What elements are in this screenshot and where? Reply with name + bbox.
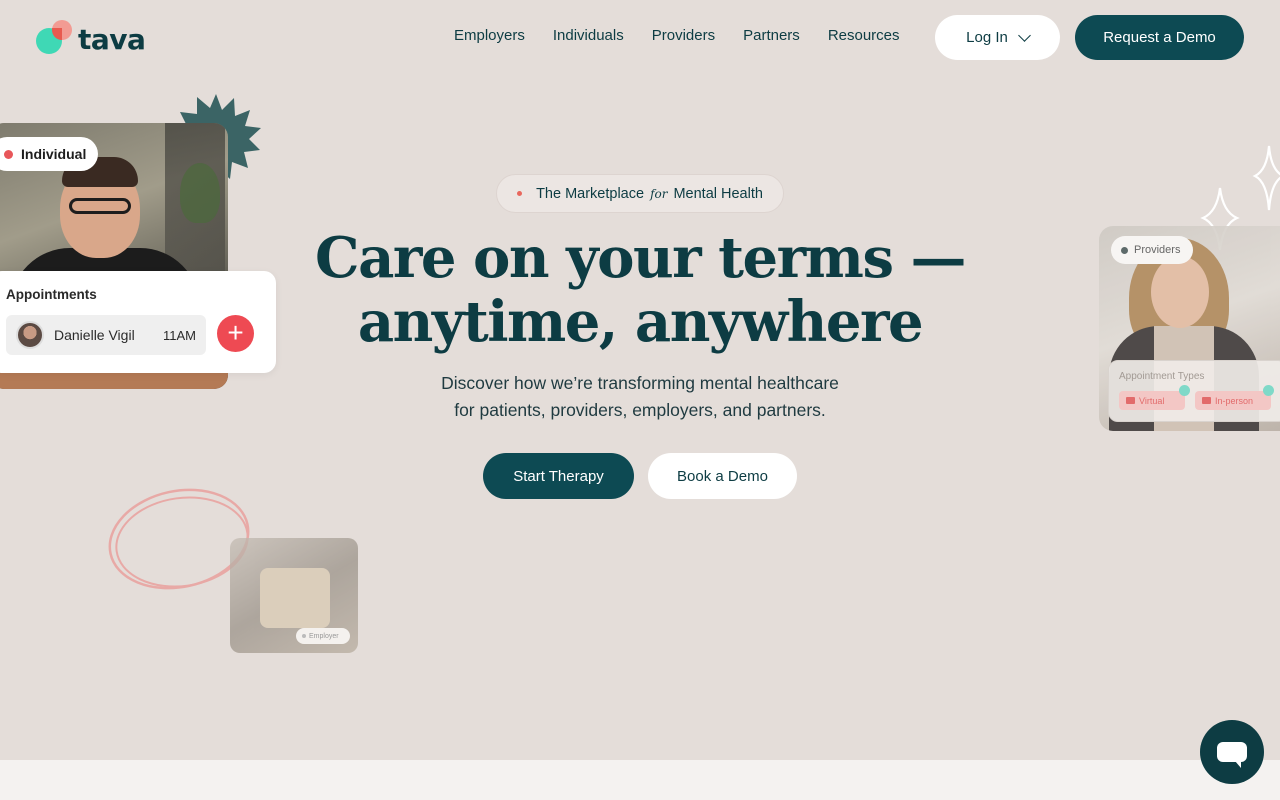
- start-therapy-button[interactable]: Start Therapy: [483, 453, 634, 499]
- appointment-time: 11AM: [163, 327, 196, 343]
- nav-partners[interactable]: Partners: [729, 25, 814, 46]
- hero-subhead: Discover how we’re transforming mental h…: [400, 370, 880, 424]
- subhead-line-2: for patients, providers, employers, and …: [454, 400, 826, 420]
- hero-section: tava Employers Individuals Providers Par…: [0, 0, 1280, 760]
- nav-individuals[interactable]: Individuals: [539, 25, 638, 46]
- request-demo-button[interactable]: Request a Demo: [1075, 15, 1244, 60]
- appointments-title: Appointments: [6, 287, 97, 302]
- pill-suffix: Mental Health: [673, 185, 763, 202]
- status-dot-icon: [1121, 246, 1128, 254]
- marketplace-pill: The Marketplace for Mental Health: [496, 174, 784, 213]
- login-button[interactable]: Log In: [935, 15, 1060, 60]
- nav-employers[interactable]: Employers: [440, 25, 539, 46]
- person-icon: [1202, 397, 1211, 404]
- avatar: [16, 321, 44, 349]
- employer-badge-label: Employer: [309, 632, 339, 640]
- tava-logo[interactable]: tava: [36, 20, 146, 56]
- logo-text: tava: [78, 22, 146, 56]
- virtual-chip-label: Virtual: [1139, 395, 1165, 406]
- individual-badge: Individual: [0, 137, 98, 171]
- employer-badge: Employer: [296, 628, 350, 644]
- chat-icon: [1217, 742, 1247, 768]
- virtual-chip: Virtual: [1119, 391, 1185, 410]
- appointment-types-title: Appointment Types: [1119, 371, 1205, 382]
- appointments-card: Appointments Danielle Vigil 11AM +: [0, 271, 276, 373]
- appointment-name: Danielle Vigil: [54, 327, 135, 343]
- subhead-line-1: Discover how we’re transforming mental h…: [441, 373, 839, 393]
- logo-mark-icon: [36, 20, 72, 56]
- nav-resources[interactable]: Resources: [814, 25, 914, 46]
- headline-line-1: Care on your terms —: [315, 225, 966, 291]
- hero-headline: Care on your terms — anytime, anywhere: [300, 226, 980, 354]
- appointment-row: Danielle Vigil 11AM: [6, 315, 206, 355]
- status-dot-icon: [4, 149, 13, 159]
- chat-button[interactable]: [1200, 720, 1264, 784]
- chevron-down-icon: [1017, 28, 1031, 42]
- in-person-chip-label: In-person: [1215, 395, 1254, 406]
- appointment-types-card: Appointment Types Virtual In-person: [1108, 360, 1280, 422]
- book-demo-button[interactable]: Book a Demo: [648, 453, 797, 499]
- pill-italic: for: [650, 186, 668, 201]
- providers-badge-label: Providers: [1134, 244, 1181, 256]
- pill-prefix: The Marketplace: [536, 185, 645, 202]
- page: tava Employers Individuals Providers Par…: [0, 0, 1280, 800]
- video-icon: [1126, 397, 1135, 404]
- in-person-chip: In-person: [1195, 391, 1271, 410]
- check-icon: [1179, 385, 1190, 396]
- nav-providers[interactable]: Providers: [638, 25, 729, 46]
- plus-icon: +: [217, 315, 254, 352]
- main-nav: Employers Individuals Providers Partners…: [440, 25, 914, 46]
- check-icon: [1263, 385, 1274, 396]
- login-label: Log In: [966, 29, 1008, 46]
- individual-badge-label: Individual: [21, 146, 87, 162]
- headline-line-2: anytime, anywhere: [357, 289, 924, 355]
- providers-badge: Providers: [1111, 236, 1193, 264]
- pill-dot-icon: [517, 191, 523, 196]
- next-section-strip: [0, 760, 1280, 800]
